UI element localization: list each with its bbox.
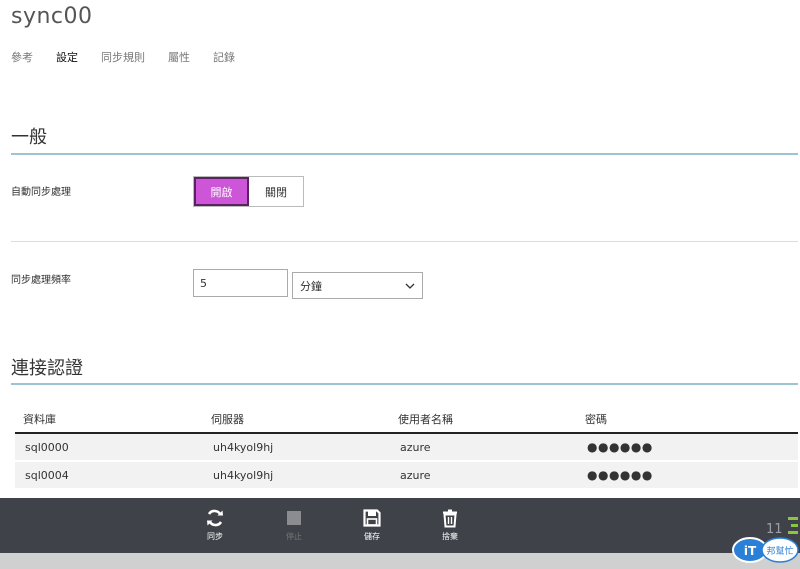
cell-username: azure bbox=[400, 440, 431, 454]
auto-sync-toggle: 開啟 關閉 bbox=[193, 176, 304, 207]
status-strip bbox=[0, 553, 800, 569]
column-header-username: 使用者名稱 bbox=[398, 413, 453, 426]
auto-sync-off-option[interactable]: 關閉 bbox=[249, 177, 303, 206]
tab-logs[interactable]: 記錄 bbox=[213, 49, 235, 65]
table-row[interactable]: sql0000 uh4kyol9hj azure ●●●●●● bbox=[15, 434, 798, 462]
save-button-label: 儲存 bbox=[364, 532, 380, 541]
watermark-logo: iT 邦幫忙 bbox=[732, 537, 799, 563]
svg-text:iT: iT bbox=[744, 544, 757, 558]
command-bar: 同步 停止 儲存 捨棄 11 bbox=[0, 498, 800, 553]
auto-sync-label: 自動同步處理 bbox=[11, 187, 71, 198]
stop-icon bbox=[287, 511, 301, 525]
field-divider bbox=[11, 241, 798, 242]
tab-sync-rules[interactable]: 同步規則 bbox=[101, 49, 145, 65]
cell-server: uh4kyol9hj bbox=[213, 468, 274, 482]
trash-icon bbox=[443, 509, 457, 528]
credentials-table: 資料庫 伺服器 使用者名稱 密碼 sql0000 uh4kyol9hj azur… bbox=[15, 406, 798, 490]
notification-icon[interactable] bbox=[786, 516, 798, 536]
page-title: sync00 bbox=[11, 4, 93, 29]
section-heading-credentials: 連接認證 bbox=[11, 358, 83, 379]
save-icon bbox=[363, 509, 381, 527]
tab-reference[interactable]: 參考 bbox=[11, 49, 33, 65]
tab-bar: 參考 設定 同步規則 屬性 記錄 bbox=[11, 49, 258, 65]
section-divider bbox=[11, 383, 798, 385]
cell-database: sql0000 bbox=[25, 440, 69, 454]
section-divider bbox=[11, 153, 798, 155]
tab-properties[interactable]: 屬性 bbox=[168, 49, 190, 65]
sync-frequency-label: 同步處理頻率 bbox=[11, 275, 71, 286]
sync-button[interactable]: 同步 bbox=[195, 508, 235, 542]
discard-button-label: 捨棄 bbox=[442, 532, 458, 541]
sync-icon bbox=[207, 509, 223, 527]
cell-database: sql0004 bbox=[25, 468, 69, 482]
svg-text:邦幫忙: 邦幫忙 bbox=[766, 545, 793, 557]
frequency-unit-select[interactable]: 分鐘 bbox=[292, 272, 423, 299]
sync-frequency-input[interactable] bbox=[193, 269, 288, 297]
auto-sync-on-option[interactable]: 開啟 bbox=[194, 177, 249, 206]
section-heading-general: 一般 bbox=[11, 127, 47, 148]
sync-button-label: 同步 bbox=[207, 532, 223, 541]
table-header: 資料庫 伺服器 使用者名稱 密碼 bbox=[15, 406, 798, 434]
stop-button-label: 停止 bbox=[286, 532, 302, 541]
cell-password: ●●●●●● bbox=[587, 468, 653, 482]
frequency-unit-value: 分鐘 bbox=[300, 279, 322, 293]
column-header-server: 伺服器 bbox=[211, 413, 244, 426]
column-header-database: 資料庫 bbox=[23, 413, 56, 426]
cell-password: ●●●●●● bbox=[587, 440, 653, 454]
column-header-password: 密碼 bbox=[585, 413, 607, 426]
cell-username: azure bbox=[400, 468, 431, 482]
chevron-down-icon bbox=[405, 283, 415, 289]
table-row[interactable]: sql0004 uh4kyol9hj azure ●●●●●● bbox=[15, 462, 798, 490]
cell-server: uh4kyol9hj bbox=[213, 440, 274, 454]
save-button[interactable]: 儲存 bbox=[352, 508, 392, 542]
tab-settings[interactable]: 設定 bbox=[56, 49, 78, 65]
stop-button[interactable]: 停止 bbox=[274, 508, 314, 542]
discard-button[interactable]: 捨棄 bbox=[430, 508, 470, 542]
